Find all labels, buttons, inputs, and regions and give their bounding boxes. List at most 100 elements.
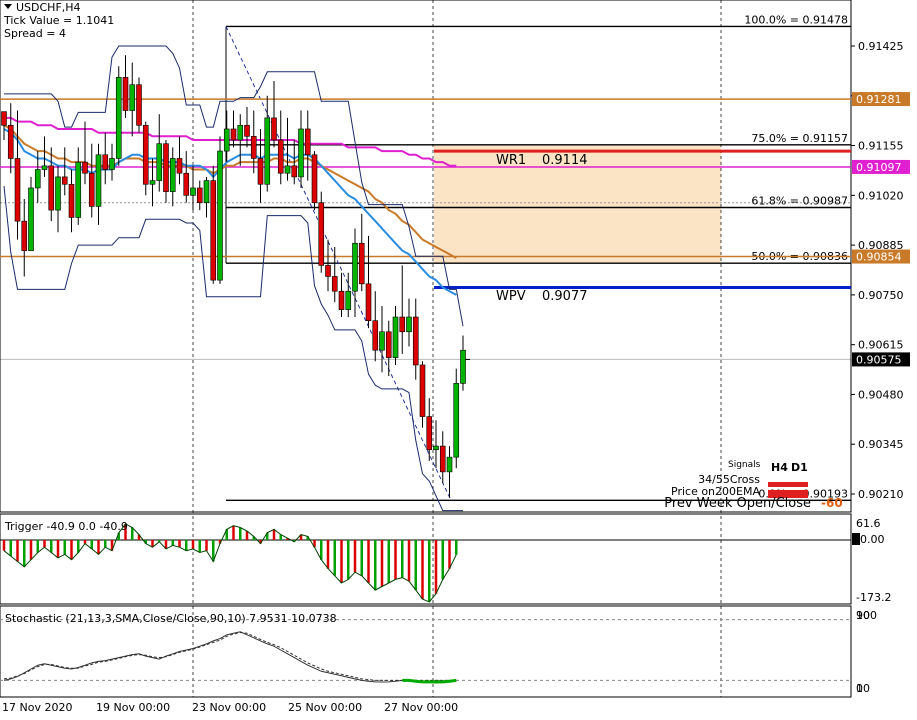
candle-body[interactable]	[358, 242, 365, 285]
candle-body[interactable]	[176, 158, 183, 174]
candle-body[interactable]	[136, 84, 142, 126]
wr1-name: WR1	[496, 153, 526, 168]
candle-body[interactable]	[203, 180, 210, 204]
fib-level-label: 100.0% = 0.91478	[744, 13, 848, 26]
candle-body[interactable]	[115, 77, 122, 159]
candle-body[interactable]	[156, 143, 163, 181]
price-tag-label: 0.91097	[856, 161, 902, 174]
signal-row-prevweek: Prev Week Open/Close	[664, 496, 811, 511]
candle-body[interactable]	[338, 290, 345, 310]
time-label-4: 27 Nov 00:00	[384, 701, 458, 714]
candle-body[interactable]	[190, 187, 196, 196]
signals-title: Signals	[728, 460, 761, 470]
candle-body[interactable]	[365, 283, 372, 321]
candle-body[interactable]	[230, 128, 237, 141]
candle-body[interactable]	[298, 128, 304, 178]
candle-body[interactable]	[75, 161, 82, 218]
price-tick-label: 0.90480	[858, 388, 904, 401]
time-label-3: 25 Nov 00:00	[288, 701, 362, 714]
candle-body[interactable]	[379, 331, 385, 351]
signals-d1: D1	[791, 461, 808, 474]
candle-body[interactable]	[109, 158, 115, 170]
candle-body[interactable]	[284, 165, 291, 174]
candle-body[interactable]	[55, 176, 61, 211]
signal-box-cross	[768, 482, 808, 487]
candle-body[interactable]	[453, 383, 460, 458]
candle-body[interactable]	[82, 161, 88, 174]
candle-body[interactable]	[223, 128, 230, 152]
candle-body[interactable]	[433, 445, 439, 451]
price-tick-label: 0.90210	[858, 488, 904, 501]
candle-body[interactable]	[264, 117, 271, 185]
candle-body[interactable]	[196, 187, 203, 204]
stochastic-title: Stochastic (21,13,3,SMA,Close/Close,90,1…	[5, 612, 337, 625]
candle-body[interactable]	[129, 84, 136, 111]
candle-body[interactable]	[250, 136, 257, 159]
candle-body[interactable]	[345, 290, 352, 310]
candle-body[interactable]	[304, 128, 311, 156]
candle-body[interactable]	[271, 117, 277, 141]
candle-body[interactable]	[244, 124, 250, 137]
candle-body[interactable]	[21, 220, 28, 251]
candle-body[interactable]	[61, 176, 68, 185]
wr1-value: 0.9114	[542, 153, 588, 168]
candle-body[interactable]	[28, 187, 34, 251]
candle-body[interactable]	[14, 158, 21, 222]
trigger-zero-marker	[852, 533, 860, 545]
candle-body[interactable]	[325, 265, 331, 277]
candle-body[interactable]	[88, 172, 95, 207]
candle-body[interactable]	[237, 124, 244, 141]
candle-body[interactable]	[385, 331, 392, 358]
candle-body[interactable]	[34, 169, 41, 189]
price-tick-label: 0.90750	[858, 289, 904, 302]
trigger-title: Trigger -40.9 0.0 -40.9	[4, 520, 128, 533]
fib-level-label: 61.8% = 0.90987	[751, 195, 848, 208]
candle-body[interactable]	[102, 154, 109, 170]
candle-body[interactable]	[1, 111, 7, 126]
candle-body[interactable]	[41, 165, 48, 170]
candle-body[interactable]	[183, 172, 190, 196]
price-tick-label: 0.91425	[858, 40, 904, 53]
candle-body[interactable]	[169, 158, 176, 192]
candle-body[interactable]	[460, 349, 466, 384]
candle-body[interactable]	[318, 202, 325, 266]
candle-body[interactable]	[122, 77, 129, 111]
wpv-value: 0.9077	[542, 289, 588, 304]
candle-body[interactable]	[210, 180, 217, 281]
candle-body[interactable]	[412, 316, 419, 366]
candle-body[interactable]	[217, 150, 223, 281]
candle-body[interactable]	[142, 124, 149, 185]
trigger-tick-zero: 0.00	[860, 533, 885, 546]
candle-body[interactable]	[399, 316, 406, 333]
wpv-name: WPV	[496, 289, 526, 304]
candle-body[interactable]	[372, 320, 379, 351]
candle-body[interactable]	[163, 143, 169, 192]
spread: Spread = 4	[4, 27, 66, 40]
candle-body[interactable]	[406, 316, 412, 333]
candle-body[interactable]	[392, 316, 399, 358]
candle-body[interactable]	[419, 364, 426, 417]
time-label-0: 17 Nov 2020	[2, 701, 72, 714]
price-tag-label: 0.90575	[856, 353, 902, 366]
candle-body[interactable]	[331, 276, 338, 292]
signal-prevweek-value: -60	[821, 496, 843, 510]
price-tick-label: 0.90615	[858, 339, 904, 352]
candle-body[interactable]	[95, 154, 102, 207]
trading-chart[interactable]: 100.0% = 0.91478 75.0% = 0.91157 61.8% = 0…	[0, 0, 917, 720]
candle-body[interactable]	[68, 183, 75, 218]
candle-body[interactable]	[149, 180, 156, 185]
candle-body[interactable]	[446, 456, 453, 473]
signals-h4: H4	[771, 461, 788, 474]
price-tag-label: 0.91281	[856, 93, 902, 106]
time-label-2: 23 Nov 00:00	[192, 701, 266, 714]
candle-body[interactable]	[277, 139, 284, 174]
candle-body[interactable]	[48, 165, 55, 211]
candle-body[interactable]	[257, 158, 264, 185]
candle-body[interactable]	[426, 416, 433, 451]
stoch-oversold-highlight	[402, 678, 457, 684]
candle-body[interactable]	[352, 242, 358, 292]
candle-body[interactable]	[311, 154, 318, 204]
candle-body[interactable]	[7, 124, 14, 159]
candle-body[interactable]	[291, 165, 298, 178]
candle-body[interactable]	[439, 445, 446, 473]
